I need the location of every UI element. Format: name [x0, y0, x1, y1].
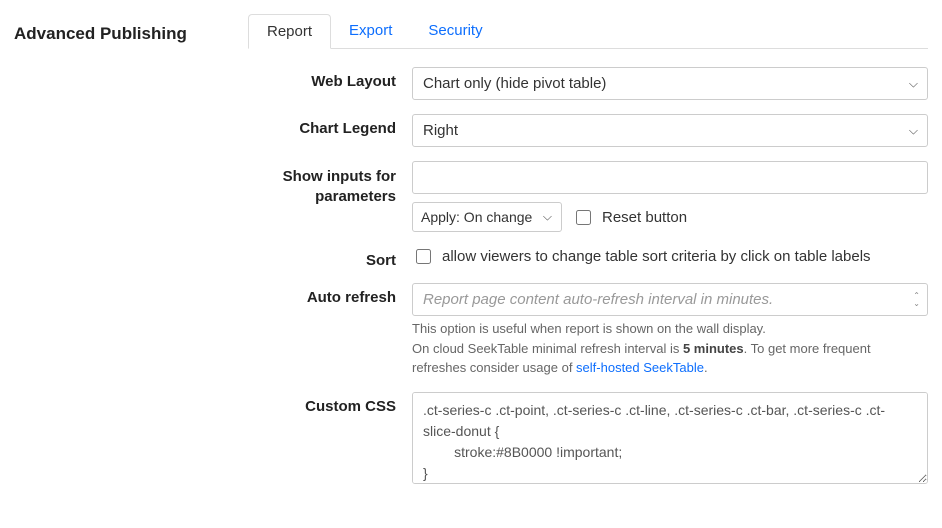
chart-legend-select[interactable]: Right [412, 114, 928, 147]
sort-label: Sort [14, 246, 412, 269]
reset-button-label: Reset button [602, 207, 687, 228]
tab-export[interactable]: Export [331, 14, 410, 48]
auto-refresh-label: Auto refresh [14, 283, 412, 306]
reset-button-checkbox[interactable] [576, 210, 591, 225]
chart-legend-label: Chart Legend [14, 114, 412, 137]
custom-css-label: Custom CSS [14, 392, 412, 415]
tab-security[interactable]: Security [410, 14, 500, 48]
sort-allow-label: allow viewers to change table sort crite… [442, 246, 871, 267]
custom-css-textarea[interactable] [412, 392, 928, 484]
tabs: Report Export Security [248, 14, 501, 48]
self-hosted-link[interactable]: self-hosted SeekTable [576, 360, 704, 375]
web-layout-label: Web Layout [14, 67, 412, 90]
number-spinner-icon[interactable]: ⌃⌄ [913, 292, 920, 308]
show-inputs-label: Show inputs for parameters [14, 161, 412, 208]
auto-refresh-help: This option is useful when report is sho… [412, 319, 928, 378]
sort-allow-checkbox[interactable] [416, 249, 431, 264]
show-inputs-input[interactable] [412, 161, 928, 194]
apply-mode-select[interactable]: Apply: On change [412, 202, 562, 232]
section-title: Advanced Publishing [14, 24, 248, 44]
web-layout-select[interactable]: Chart only (hide pivot table) [412, 67, 928, 100]
tab-report[interactable]: Report [248, 14, 331, 49]
auto-refresh-input[interactable] [412, 283, 928, 316]
